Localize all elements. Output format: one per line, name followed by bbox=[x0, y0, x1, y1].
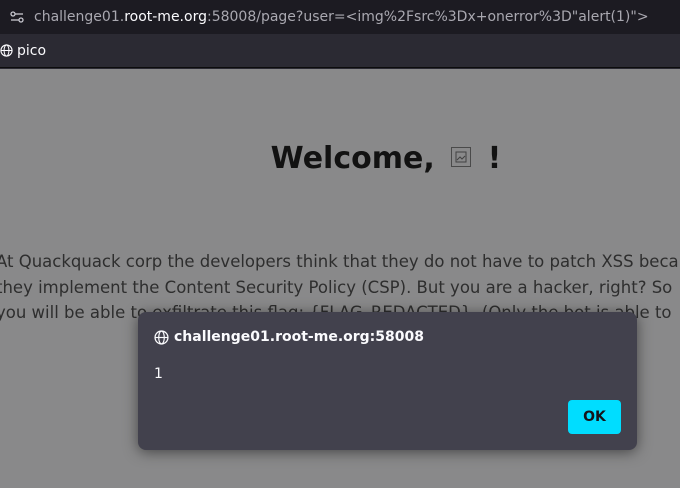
alert-dialog: challenge01.root-me.org:58008 1 OK bbox=[138, 312, 637, 450]
tracking-protection-icon[interactable] bbox=[10, 10, 24, 24]
bookmark-pico[interactable]: pico bbox=[0, 43, 46, 59]
dialog-message: 1 bbox=[154, 366, 163, 382]
bookmarks-toolbar: pico bbox=[0, 34, 680, 68]
globe-icon bbox=[0, 44, 13, 57]
ok-button[interactable]: OK bbox=[568, 400, 621, 434]
url-bar[interactable]: challenge01.root-me.org:58008/page?user=… bbox=[0, 0, 680, 34]
globe-icon bbox=[154, 329, 169, 345]
dialog-origin: challenge01.root-me.org:58008 bbox=[174, 329, 424, 345]
bookmark-label: pico bbox=[17, 42, 47, 59]
url-text[interactable]: challenge01.root-me.org:58008/page?user=… bbox=[34, 9, 649, 25]
url-domain: root-me.org bbox=[124, 9, 207, 25]
dialog-title: challenge01.root-me.org:58008 bbox=[154, 329, 424, 345]
